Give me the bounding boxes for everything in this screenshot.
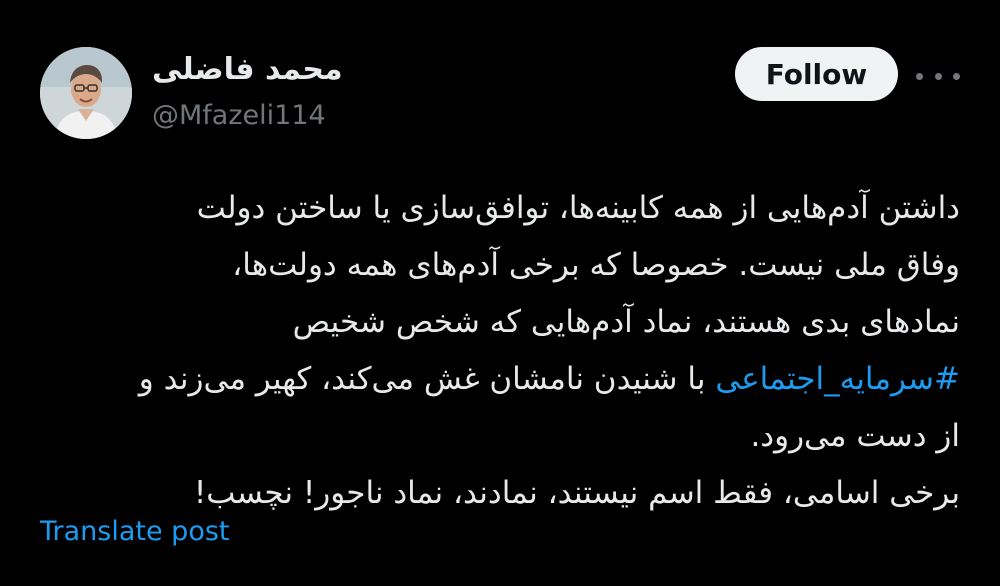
hashtag-link[interactable]: #سرمایه_اجتماعی (715, 361, 960, 397)
post-line: نمادهای بدی هستند، نماد آدم‌هایی که شخص … (292, 304, 960, 340)
avatar[interactable] (40, 47, 132, 139)
tweet-card: محمد فاضلی @Mfazeli114 Follow داشتن آدم‌… (0, 0, 1000, 586)
avatar-image (40, 47, 132, 139)
post-line-with-hashtag: #سرمایه_اجتماعی با شنیدن نامشان غش می‌کن… (40, 351, 960, 408)
follow-button[interactable]: Follow (735, 47, 898, 101)
post-line: وفاق ملی نیست. خصوصا که برخی آدم‌های همه… (232, 247, 960, 283)
post-line: از دست می‌رود. (750, 418, 960, 454)
post-text: داشتن آدم‌هایی از همه کابینه‌ها، توافق‌س… (40, 180, 960, 522)
post-line: برخی اسامی، فقط اسم نیستند، نمادند، نماد… (193, 475, 960, 511)
more-horizontal-icon[interactable] (916, 66, 960, 86)
author-handle[interactable]: @Mfazeli114 (152, 100, 326, 131)
post-text-segment: با شنیدن نامشان غش می‌کند، کهیر می‌زند و (138, 361, 716, 397)
dot (934, 72, 942, 80)
translate-post-link[interactable]: Translate post (40, 516, 230, 547)
dot (953, 72, 960, 80)
author-display-name[interactable]: محمد فاضلی (152, 52, 343, 87)
dot (916, 72, 923, 80)
post-line: داشتن آدم‌هایی از همه کابینه‌ها، توافق‌س… (196, 190, 960, 226)
